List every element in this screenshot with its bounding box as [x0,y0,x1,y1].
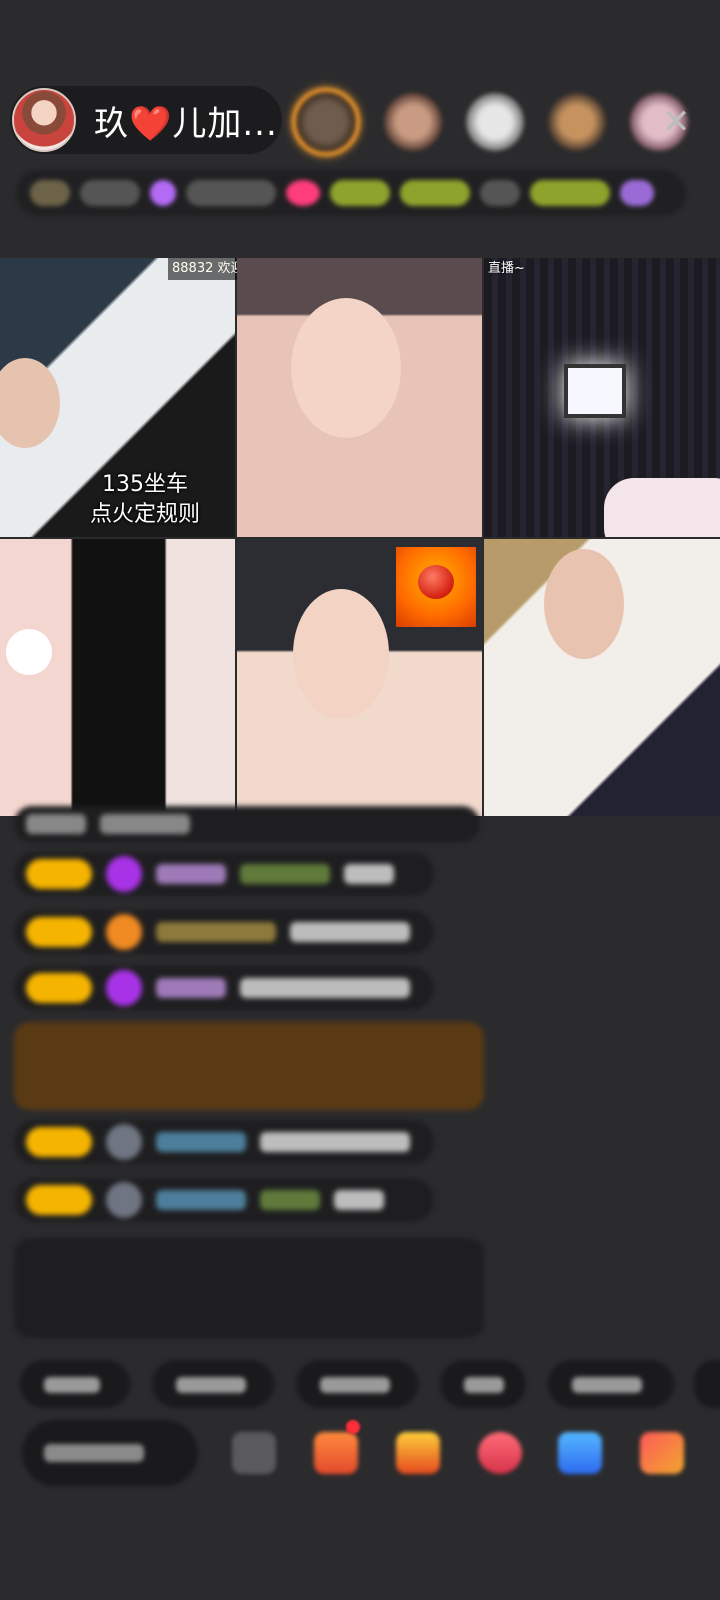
video-tile[interactable] [237,258,482,537]
fan-badge-icon [106,856,142,892]
top-viewer-avatar[interactable] [292,88,360,156]
video-top-tag: 直播~ [488,261,525,276]
quick-reply-pill[interactable] [296,1360,418,1408]
more-icon[interactable] [232,1432,276,1474]
close-icon[interactable]: ✕ [654,100,698,144]
video-subject [604,478,720,537]
level-badge [26,859,92,889]
lamp-graphic [564,364,626,418]
chat-input[interactable] [22,1420,198,1486]
gift-notice-message [14,1022,484,1110]
fan-badge-icon [106,970,142,1006]
video-caption: 135坐车 点火定规则 [89,472,200,527]
chat-message [14,966,434,1010]
live-room-screen: 玖❤️儿加... ✕ 135坐车 点火定规则 88832 欢迎 直播~ [0,0,720,1600]
heart-icon: ❤️ [129,103,173,144]
rank-chip [80,180,140,206]
rank-strip[interactable] [16,170,686,216]
notification-dot-icon [346,1420,360,1434]
rank-chip [286,180,320,206]
chat-target [240,864,330,884]
level-badge [26,973,92,1003]
chat-text [100,814,190,834]
rank-chip [186,180,276,206]
video-tile[interactable] [0,539,235,816]
rank-chip [480,180,520,206]
chat-text [290,922,410,942]
menu-grid-icon[interactable] [640,1432,684,1474]
fan-badge-icon [106,1182,142,1218]
fan-badge-icon [106,914,142,950]
level-badge [26,1127,92,1157]
tomato-activity-badge[interactable] [396,547,476,627]
chat-username[interactable] [156,1190,246,1210]
quick-reply-pill[interactable] [548,1360,674,1408]
chat-text [344,864,394,884]
video-tile[interactable]: 135坐车 点火定规则 [0,258,235,537]
chat-text [260,1132,410,1152]
host-avatar[interactable] [12,88,76,152]
fan-badge-icon [106,1124,142,1160]
bottom-toolbar [0,1420,720,1490]
quick-reply-pill[interactable] [20,1360,130,1408]
top-viewers-row [292,88,712,156]
video-subject [0,358,60,448]
chat-target [260,1190,320,1210]
viewer-avatar[interactable] [548,93,606,151]
chat-username[interactable] [156,1132,246,1152]
share-icon[interactable] [558,1432,602,1474]
video-subject [544,549,624,659]
quick-reply-pill[interactable] [152,1360,274,1408]
level-badge [26,917,92,947]
system-notice-message [14,1238,484,1338]
chat-username[interactable] [156,864,226,884]
chat-text [334,1190,384,1210]
rank-chip [30,180,70,206]
chat-username[interactable] [156,922,276,942]
chat-message [14,1178,434,1222]
viewer-avatar[interactable] [466,93,524,151]
host-info-pill[interactable]: 玖❤️儿加... [10,86,282,154]
rank-chip [620,180,654,206]
chat-message [14,1120,434,1164]
level-badge [26,1185,92,1215]
chat-message [14,852,434,896]
video-tile[interactable] [484,539,720,816]
chat-text [26,814,86,834]
plush-toy [6,629,52,675]
chat-message [14,806,480,842]
chat-username[interactable] [156,978,226,998]
viewer-avatar[interactable] [384,93,442,151]
tomato-icon [418,565,454,599]
chat-message [14,910,434,954]
video-grid: 135坐车 点火定规则 88832 欢迎 直播~ [0,258,720,816]
rank-chip [150,180,176,206]
quick-reply-pill[interactable] [694,1360,720,1408]
rank-chip [330,180,390,206]
rank-chip [400,180,470,206]
chat-text [240,978,410,998]
video-tile[interactable] [237,539,482,816]
host-name: 玖❤️儿加... [94,103,278,144]
rank-chip [530,180,610,206]
gift-box-icon[interactable] [396,1432,440,1474]
video-tile[interactable] [484,258,720,537]
video-top-tag: 88832 欢迎 [168,258,248,280]
gift-icon[interactable] [478,1432,522,1474]
activity-icon[interactable] [314,1432,358,1474]
video-subject [293,589,389,719]
video-subject [291,298,401,438]
quick-reply-pill[interactable] [440,1360,526,1408]
